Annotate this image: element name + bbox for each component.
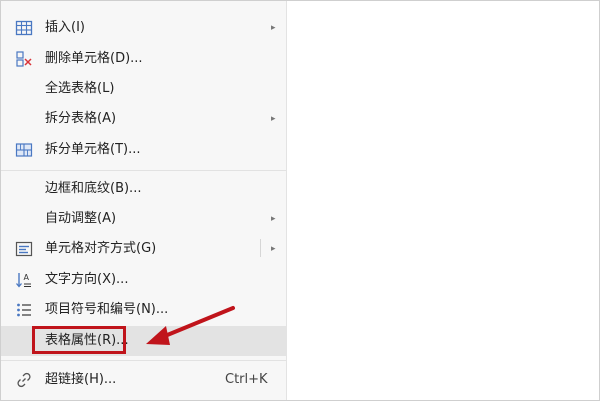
annotation-arrow-icon [146, 306, 235, 345]
